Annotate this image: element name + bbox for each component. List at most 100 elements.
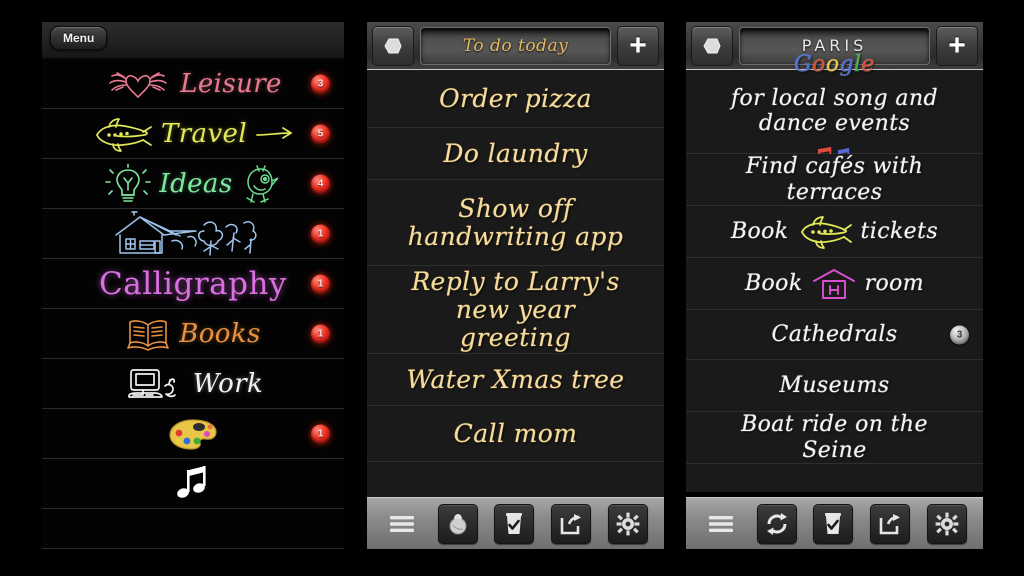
list-menu-icon[interactable] <box>383 505 421 543</box>
airplane-icon <box>797 215 853 249</box>
todo-item-text: Do laundry <box>443 138 588 168</box>
list-menu-icon[interactable] <box>702 505 740 543</box>
settings-gear-icon[interactable] <box>607 503 648 544</box>
status-badge: 1 <box>311 274 330 293</box>
google-letter-e: e <box>861 52 875 78</box>
paris-item-text-after: room <box>864 270 925 296</box>
paris-item-text: Museums <box>779 372 890 398</box>
todo-item-text: Order pizza <box>439 83 592 113</box>
status-badge: 1 <box>311 324 330 343</box>
paris-item-boat[interactable]: Boat ride on the Seine <box>686 412 983 464</box>
category-row-music[interactable] <box>42 459 344 509</box>
category-label: Travel <box>160 118 248 149</box>
music-note-icon <box>173 464 213 504</box>
category-row-calligraphy[interactable]: Calligraphy 1 <box>42 259 344 309</box>
category-row-content: Work <box>42 364 344 404</box>
arrow-icon <box>255 126 295 142</box>
open-book-icon <box>125 316 171 352</box>
paris-item-text: Cathedrals <box>771 321 898 347</box>
share-icon[interactable] <box>551 503 592 544</box>
paris-item-text: Find cafés with terraces <box>745 153 924 205</box>
panel-todo: To do today + Order pizza Do laundry Sho… <box>367 22 664 549</box>
category-row-content <box>42 210 344 257</box>
paris-item-empty[interactable] <box>686 464 983 492</box>
back-arrow-icon[interactable] <box>372 25 414 66</box>
page-title: To do today <box>462 35 569 56</box>
panel-paris: PARIS + Google for local song and dance … <box>686 22 983 549</box>
sync-refresh-icon[interactable] <box>756 503 797 544</box>
todo-item[interactable]: Water Xmas tree <box>367 354 664 406</box>
paris-item-room[interactable]: Book room <box>686 258 983 310</box>
category-label: Ideas <box>159 168 233 199</box>
category-row-content: Calligraphy <box>42 266 344 302</box>
category-row-content <box>42 416 344 452</box>
category-row-work[interactable]: Work <box>42 359 344 409</box>
share-icon[interactable] <box>870 503 911 544</box>
paris-item-cathedrals[interactable]: Cathedrals 3 <box>686 310 983 360</box>
winged-heart-icon <box>104 67 172 101</box>
paris-item-text-after: tickets <box>860 218 939 244</box>
app-background: Menu Leisure 3 Travel 5 Ideas 4 1 Callig… <box>0 0 1024 576</box>
settings-gear-icon[interactable] <box>926 503 967 544</box>
todo-item-text: Show off handwriting app <box>407 193 624 251</box>
category-row-books[interactable]: Books 1 <box>42 309 344 359</box>
todo-item[interactable]: Order pizza <box>367 70 664 128</box>
category-row-palette[interactable]: 1 <box>42 409 344 459</box>
categories-header: Menu <box>42 22 344 59</box>
todo-item[interactable]: Do laundry <box>367 128 664 180</box>
category-label: Books <box>179 318 261 349</box>
category-row-content: Books <box>42 316 344 352</box>
trash-check-icon[interactable] <box>813 503 854 544</box>
category-row-content <box>42 464 344 504</box>
paris-item-content: Google for local song and dance events <box>686 52 983 171</box>
category-row-travel[interactable]: Travel 5 <box>42 109 344 159</box>
trash-check-icon[interactable] <box>494 503 535 544</box>
status-badge: 4 <box>311 174 330 193</box>
category-row-leisure[interactable]: Leisure 3 <box>42 59 344 109</box>
google-letter-g2: g <box>839 52 854 78</box>
panel-categories: Menu Leisure 3 Travel 5 Ideas 4 1 Callig… <box>42 22 344 549</box>
todo-toolbar <box>367 497 664 549</box>
category-row-house[interactable]: 1 <box>42 209 344 259</box>
paris-item-text-before: Book <box>730 218 789 244</box>
todo-title-field[interactable]: To do today <box>420 26 611 65</box>
eraser-icon[interactable] <box>437 503 478 544</box>
plus-icon[interactable]: + <box>617 25 659 66</box>
airplane-icon <box>91 115 153 153</box>
paris-item-google[interactable]: Google for local song and dance events <box>686 52 983 167</box>
google-letter-g: G <box>794 52 813 78</box>
todo-item-text: Call mom <box>453 418 578 448</box>
status-badge: 1 <box>311 424 330 443</box>
category-row-content: Ideas <box>42 163 344 204</box>
google-letter-o2: o <box>825 52 840 78</box>
paris-list: Google for local song and dance events F… <box>686 52 983 492</box>
status-badge: 3 <box>950 325 969 344</box>
paris-item-tickets[interactable]: Book tickets <box>686 206 983 258</box>
menu-button[interactable]: Menu <box>50 26 108 50</box>
house-tree-icon <box>106 210 281 257</box>
category-label: Work <box>192 368 264 399</box>
paris-item-text-before: Book <box>744 270 803 296</box>
category-row-empty[interactable] <box>42 509 344 549</box>
todo-item-text: Reply to Larry's new year greeting <box>411 266 620 352</box>
todo-item[interactable]: Reply to Larry's new year greeting <box>367 266 664 354</box>
todo-item-text: Water Xmas tree <box>406 364 625 394</box>
hotel-icon <box>811 266 857 302</box>
category-label: Leisure <box>180 68 282 99</box>
computer-icon <box>123 364 185 404</box>
paris-item-cafes[interactable]: Find cafés with terraces <box>686 154 983 206</box>
paris-item-text: for local song and dance events <box>731 85 938 137</box>
paris-item-text: Boat ride on the Seine <box>741 411 928 463</box>
status-badge: 1 <box>311 224 330 243</box>
todo-item[interactable]: Show off handwriting app <box>367 180 664 266</box>
category-label: Calligraphy <box>99 265 287 302</box>
category-row-content: Leisure <box>42 67 344 101</box>
google-letter-o1: o <box>812 52 826 78</box>
category-row-content: Travel <box>42 115 344 153</box>
status-badge: 3 <box>311 74 330 93</box>
paris-item-museums[interactable]: Museums <box>686 360 983 412</box>
plus-glyph: + <box>629 28 647 62</box>
paint-palette-icon <box>166 416 220 452</box>
todo-item[interactable]: Call mom <box>367 406 664 462</box>
category-row-ideas[interactable]: Ideas 4 <box>42 159 344 209</box>
